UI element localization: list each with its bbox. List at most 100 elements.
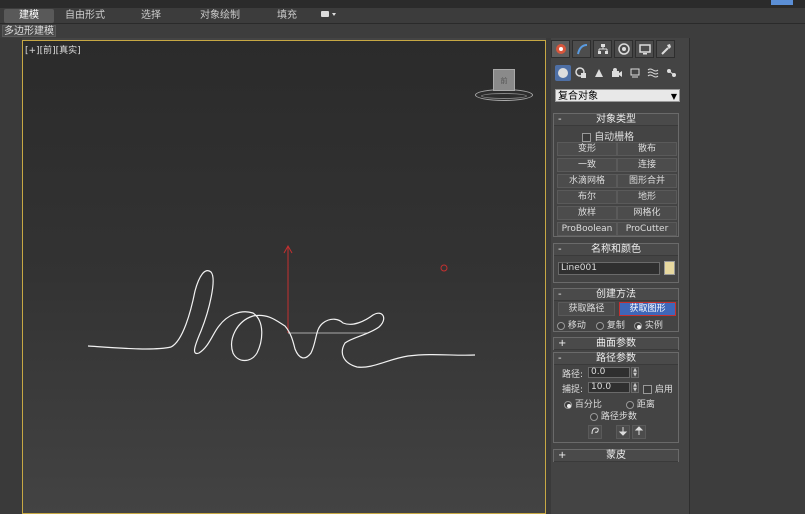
proboolean-button[interactable]: ProBoolean bbox=[557, 222, 617, 236]
path-params-header[interactable]: - 路径参数 bbox=[554, 353, 678, 365]
boolean-button[interactable]: 布尔 bbox=[557, 190, 617, 204]
ribbon-panel: 多边形建模 bbox=[0, 24, 805, 38]
copy-option[interactable]: 复制 bbox=[596, 318, 625, 331]
modify-tab-icon[interactable] bbox=[572, 40, 591, 58]
enable-snap-row: 启用 bbox=[643, 382, 673, 395]
path-value-field[interactable]: 0.0 bbox=[588, 367, 630, 378]
terrain-button[interactable]: 地形 bbox=[617, 190, 677, 204]
instance-label: 实例 bbox=[644, 321, 663, 331]
window-control-icon[interactable] bbox=[771, 0, 793, 5]
object-type-title: 对象类型 bbox=[596, 114, 636, 125]
percentage-radio[interactable] bbox=[564, 400, 572, 409]
object-color-swatch[interactable] bbox=[664, 261, 675, 275]
collapse-icon: - bbox=[558, 244, 562, 255]
tab-object-paint[interactable]: 对象绘制 bbox=[194, 9, 246, 23]
lights-icon[interactable] bbox=[591, 65, 607, 81]
instance-radio[interactable] bbox=[634, 321, 642, 330]
autogrid-checkbox[interactable] bbox=[582, 132, 591, 142]
secondary-panel bbox=[689, 38, 805, 514]
distance-radio[interactable] bbox=[626, 400, 634, 409]
name-color-rollout: - 名称和颜色 Line001 bbox=[553, 243, 679, 283]
spacewarps-icon[interactable] bbox=[645, 65, 661, 81]
expand-icon: + bbox=[558, 338, 567, 349]
move-option[interactable]: 移动 bbox=[557, 318, 586, 331]
skin-params-title: 蒙皮 bbox=[606, 450, 626, 461]
enable-snap-checkbox[interactable] bbox=[643, 385, 652, 394]
object-category-dropdown[interactable]: 复合对象 ▼ bbox=[555, 89, 680, 102]
get-path-button[interactable]: 获取路径 bbox=[558, 302, 615, 316]
instance-option[interactable]: 实例 bbox=[634, 318, 663, 331]
path-label: 路径: bbox=[562, 370, 584, 380]
motion-tab-icon[interactable] bbox=[614, 40, 633, 58]
distance-label: 距离 bbox=[636, 400, 655, 410]
object-type-rollout: - 对象类型 自动栅格 变形 散布 一致 连接 水滴网格 图形合并 布尔 地形 … bbox=[553, 113, 679, 237]
move-radio[interactable] bbox=[557, 321, 565, 330]
mesher-button[interactable]: 网格化 bbox=[617, 206, 677, 220]
blobmesh-button[interactable]: 水滴网格 bbox=[557, 174, 617, 188]
next-shape-icon[interactable] bbox=[632, 425, 646, 439]
copy-label: 复制 bbox=[606, 321, 625, 331]
collapse-icon: - bbox=[558, 353, 562, 364]
path-steps-option[interactable]: 路径步数 bbox=[590, 409, 637, 422]
cameras-icon[interactable] bbox=[609, 65, 625, 81]
path-spinner[interactable]: ▲ ▼ bbox=[631, 367, 639, 378]
helpers-icon[interactable] bbox=[627, 65, 643, 81]
create-category-icons bbox=[555, 64, 685, 82]
morph-button[interactable]: 变形 bbox=[557, 142, 617, 156]
path-params-title: 路径参数 bbox=[596, 353, 636, 364]
shapes-icon[interactable] bbox=[573, 65, 589, 81]
polygon-modeling-label[interactable]: 多边形建模 bbox=[2, 25, 56, 37]
create-tab-icon[interactable] bbox=[551, 40, 570, 58]
systems-icon[interactable] bbox=[663, 65, 679, 81]
name-color-title: 名称和颜色 bbox=[591, 244, 641, 255]
surface-params-header[interactable]: + 曲面参数 bbox=[554, 338, 678, 350]
autogrid-row: 自动栅格 bbox=[582, 128, 634, 143]
object-name-field[interactable]: Line001 bbox=[558, 262, 660, 275]
object-type-header[interactable]: - 对象类型 bbox=[554, 114, 678, 126]
love-spline bbox=[87, 270, 476, 368]
tab-modeling[interactable]: 建模 bbox=[4, 9, 54, 23]
procutter-button[interactable]: ProCutter bbox=[617, 222, 677, 236]
creation-method-header[interactable]: - 创建方法 bbox=[554, 289, 678, 301]
path-params-rollout: - 路径参数 路径: 0.0 ▲ ▼ 捕捉: 10.0 ▲ ▼ 启用 百分比 距离 … bbox=[553, 352, 679, 443]
loft-button[interactable]: 放样 bbox=[557, 206, 617, 220]
object-category-value: 复合对象 bbox=[558, 91, 598, 102]
snap-spinner[interactable]: ▲ ▼ bbox=[631, 382, 639, 393]
surface-params-title: 曲面参数 bbox=[596, 338, 636, 349]
hierarchy-tab-icon[interactable] bbox=[593, 40, 612, 58]
connect-button[interactable]: 连接 bbox=[617, 158, 677, 172]
command-panel: 复合对象 ▼ - 对象类型 自动栅格 变形 散布 一致 连接 水滴网格 图形合并… bbox=[551, 38, 689, 514]
pivot-marker bbox=[440, 264, 448, 272]
path-steps-radio[interactable] bbox=[590, 412, 598, 421]
path-steps-label: 路径步数 bbox=[600, 412, 637, 422]
pick-shape-icon[interactable] bbox=[588, 425, 602, 439]
display-tab-icon[interactable] bbox=[635, 40, 654, 58]
copy-radio[interactable] bbox=[596, 321, 604, 330]
skin-params-header[interactable]: + 蒙皮 bbox=[554, 450, 678, 462]
collapse-icon: - bbox=[558, 114, 562, 125]
shapemerge-button[interactable]: 图形合并 bbox=[617, 174, 677, 188]
collapse-icon: - bbox=[558, 289, 562, 300]
expand-icon: + bbox=[558, 450, 567, 461]
tab-populate[interactable]: 填充 bbox=[270, 9, 304, 23]
tab-selection[interactable]: 选择 bbox=[128, 9, 174, 23]
utilities-tab-icon[interactable] bbox=[656, 40, 675, 58]
ribbon-tabs: 建模 自由形式 选择 对象绘制 填充 bbox=[0, 8, 805, 24]
name-color-header[interactable]: - 名称和颜色 bbox=[554, 244, 678, 256]
chevron-down-icon: ▼ bbox=[670, 92, 677, 101]
left-toolbar bbox=[0, 38, 22, 514]
prev-shape-icon[interactable] bbox=[616, 425, 630, 439]
move-label: 移动 bbox=[567, 321, 586, 331]
ribbon-options-icon[interactable] bbox=[316, 9, 340, 23]
geometry-icon[interactable] bbox=[555, 65, 571, 81]
tab-freeform[interactable]: 自由形式 bbox=[60, 9, 110, 23]
title-bar bbox=[0, 0, 805, 8]
snap-value-field[interactable]: 10.0 bbox=[588, 382, 630, 393]
get-shape-button[interactable]: 获取图形 bbox=[619, 302, 676, 316]
snap-label: 捕捉: bbox=[562, 385, 584, 395]
conform-button[interactable]: 一致 bbox=[557, 158, 617, 172]
command-panel-tabs bbox=[551, 38, 689, 60]
scatter-button[interactable]: 散布 bbox=[617, 142, 677, 156]
front-viewport[interactable]: [+][前][真实] 前 bbox=[22, 40, 546, 514]
surface-params-rollout: + 曲面参数 bbox=[553, 337, 679, 350]
